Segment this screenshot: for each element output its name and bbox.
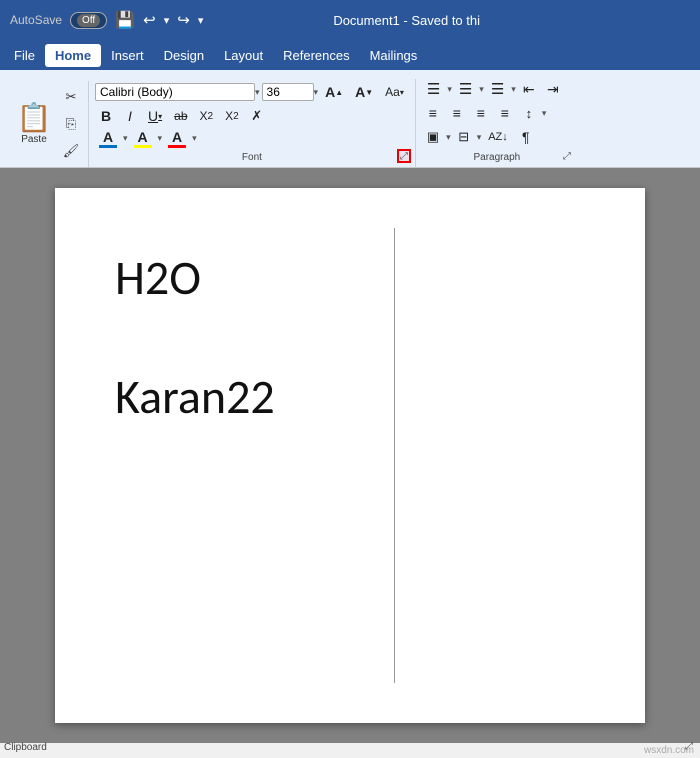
undo-icon[interactable]: ↩ [143,11,156,29]
highlight-bar [134,145,152,148]
decrease-indent-button[interactable]: ⇤ [518,78,540,100]
font-size-selector[interactable]: 36 [262,83,314,101]
highlight-a: A [137,129,147,145]
bullets-arrow[interactable]: ▾ [447,84,452,95]
font-size-dropdown-arrow[interactable]: ▾ [314,87,319,98]
menu-layout[interactable]: Layout [214,44,273,67]
cursor-line [394,228,395,683]
font-color-row: A ▾ A ▾ A ▾ [95,129,197,148]
clear-format-button[interactable]: ✗ [246,105,268,127]
menu-references[interactable]: References [273,44,359,67]
save-icon[interactable]: 💾 [115,10,135,30]
clipboard-expand-button[interactable]: ⤢ [682,739,696,753]
subscript-button[interactable]: X2 [195,105,219,127]
align-center-button[interactable]: ≡ [446,102,468,124]
font-format-row: B I U▾ ab X2 X2 ✗ [95,105,268,127]
paragraph-row3: ▣ ▾ ⊟ ▾ AZ↓ ¶ [422,126,537,148]
menu-mailings[interactable]: Mailings [360,44,428,67]
document-text-1[interactable]: H2O [115,248,585,307]
undo-arrow-icon[interactable]: ▾ [164,14,170,27]
font-group: Calibri (Body) ▾ 36 ▾ A▲ A▼ Aa▾ B I U▾ a… [91,79,416,167]
document-title: Document1 - Saved to thi [333,13,480,28]
format-painter-button[interactable]: 🖌 [60,141,82,161]
show-hide-button[interactable]: ¶ [515,126,537,148]
font-color-dropdown-arrow[interactable]: ▾ [123,133,128,144]
title-bar: AutoSave Off 💾 ↩ ▾ ↪ ▾ Document1 - Saved… [0,0,700,40]
paragraph-group-label: Paragraph [422,150,572,163]
multilevel-button[interactable]: ☰ [486,78,509,100]
title-bar-left: AutoSave Off 💾 ↩ ▾ ↪ ▾ [10,10,203,30]
align-left-button[interactable]: ≡ [422,102,444,124]
toggle-off-badge: Off [77,14,100,27]
paragraph-group: ☰ ▾ ☰ ▾ ☰ ▾ ⇤ ⇥ ≡ ≡ ≡ ≡ ↕ ▾ ▣ ▾ ⊟ ▾ AZ↓ … [418,76,578,167]
paste-icon: 📋 [17,104,52,132]
underline-button[interactable]: U▾ [143,105,167,127]
clipboard-secondary: ✂ ⎘ 🖌 [60,85,82,163]
document-text-2[interactable]: Karan22 [115,367,585,426]
document-area: H2O Karan22 [0,168,700,743]
bold-button[interactable]: B [95,105,117,127]
borders-button[interactable]: ⊟ [453,126,475,148]
shading-arrow[interactable]: ▾ [446,132,451,143]
font-selector-row: Calibri (Body) ▾ 36 ▾ A▲ A▼ Aa▾ [95,81,409,103]
highlight-dropdown-arrow[interactable]: ▾ [158,133,163,144]
font-name-selector[interactable]: Calibri (Body) [95,83,255,101]
bullets-button[interactable]: ☰ [422,78,445,100]
align-right-button[interactable]: ≡ [470,102,492,124]
autosave-toggle[interactable]: Off [70,12,107,29]
shrink-font-button[interactable]: A▼ [350,81,378,103]
justify-button[interactable]: ≡ [494,102,516,124]
multilevel-arrow[interactable]: ▾ [511,84,516,95]
strikethrough-button[interactable]: ab [169,105,192,127]
grow-font-button[interactable]: A▲ [320,81,348,103]
menu-file[interactable]: File [4,44,45,67]
sort-button[interactable]: AZ↓ [483,126,513,148]
document-page: H2O Karan22 [55,188,645,723]
paragraph-expand-button[interactable]: ⤢ [560,149,574,163]
paste-button[interactable]: 📋 Paste [12,85,56,163]
highlight-button[interactable]: A [130,129,156,148]
font-color-a: A [103,129,113,145]
paragraph-row1: ☰ ▾ ☰ ▾ ☰ ▾ ⇤ ⇥ [422,78,564,100]
superscript-button[interactable]: X2 [220,105,244,127]
font-name-dropdown-arrow[interactable]: ▾ [255,87,260,98]
copy-button[interactable]: ⎘ [60,114,82,134]
line-spacing-arrow[interactable]: ▾ [542,108,547,119]
numbering-button[interactable]: ☰ [454,78,477,100]
italic-button[interactable]: I [119,105,141,127]
menu-home[interactable]: Home [45,44,101,67]
font-expand-button[interactable]: ⤢ [397,149,411,163]
autosave-label: AutoSave [10,13,62,27]
clipboard-group: 📋 Paste ✂ ⎘ 🖌 Clipboard ⤢ [6,81,89,167]
font-color-bar [99,145,117,148]
increase-indent-button[interactable]: ⇥ [542,78,564,100]
text-color-button[interactable]: A [164,129,190,148]
cut-button[interactable]: ✂ [60,87,82,107]
customize-icon[interactable]: ▾ [198,14,204,27]
numbering-arrow[interactable]: ▾ [479,84,484,95]
text-color-dropdown-arrow[interactable]: ▾ [192,133,197,144]
change-case-button[interactable]: Aa▾ [380,81,409,103]
shading-button[interactable]: ▣ [422,126,444,148]
ribbon: 📋 Paste ✂ ⎘ 🖌 Clipboard ⤢ Calibri (Body)… [0,70,700,168]
text-color-bar [168,145,186,148]
menu-insert[interactable]: Insert [101,44,154,67]
font-group-label: Font [95,150,409,163]
clipboard-group-label: Clipboard [4,742,47,753]
menu-design[interactable]: Design [154,44,214,67]
menu-bar: File Home Insert Design Layout Reference… [0,40,700,70]
line-spacing-button[interactable]: ↕ [518,102,540,124]
borders-arrow[interactable]: ▾ [477,132,482,143]
watermark: wsxdn.com [0,743,700,758]
font-color-button[interactable]: A [95,129,121,148]
paragraph-row2: ≡ ≡ ≡ ≡ ↕ ▾ [422,102,547,124]
text-color-a: A [172,129,182,145]
redo-icon[interactable]: ↪ [177,11,190,29]
paste-label: Paste [21,134,47,145]
